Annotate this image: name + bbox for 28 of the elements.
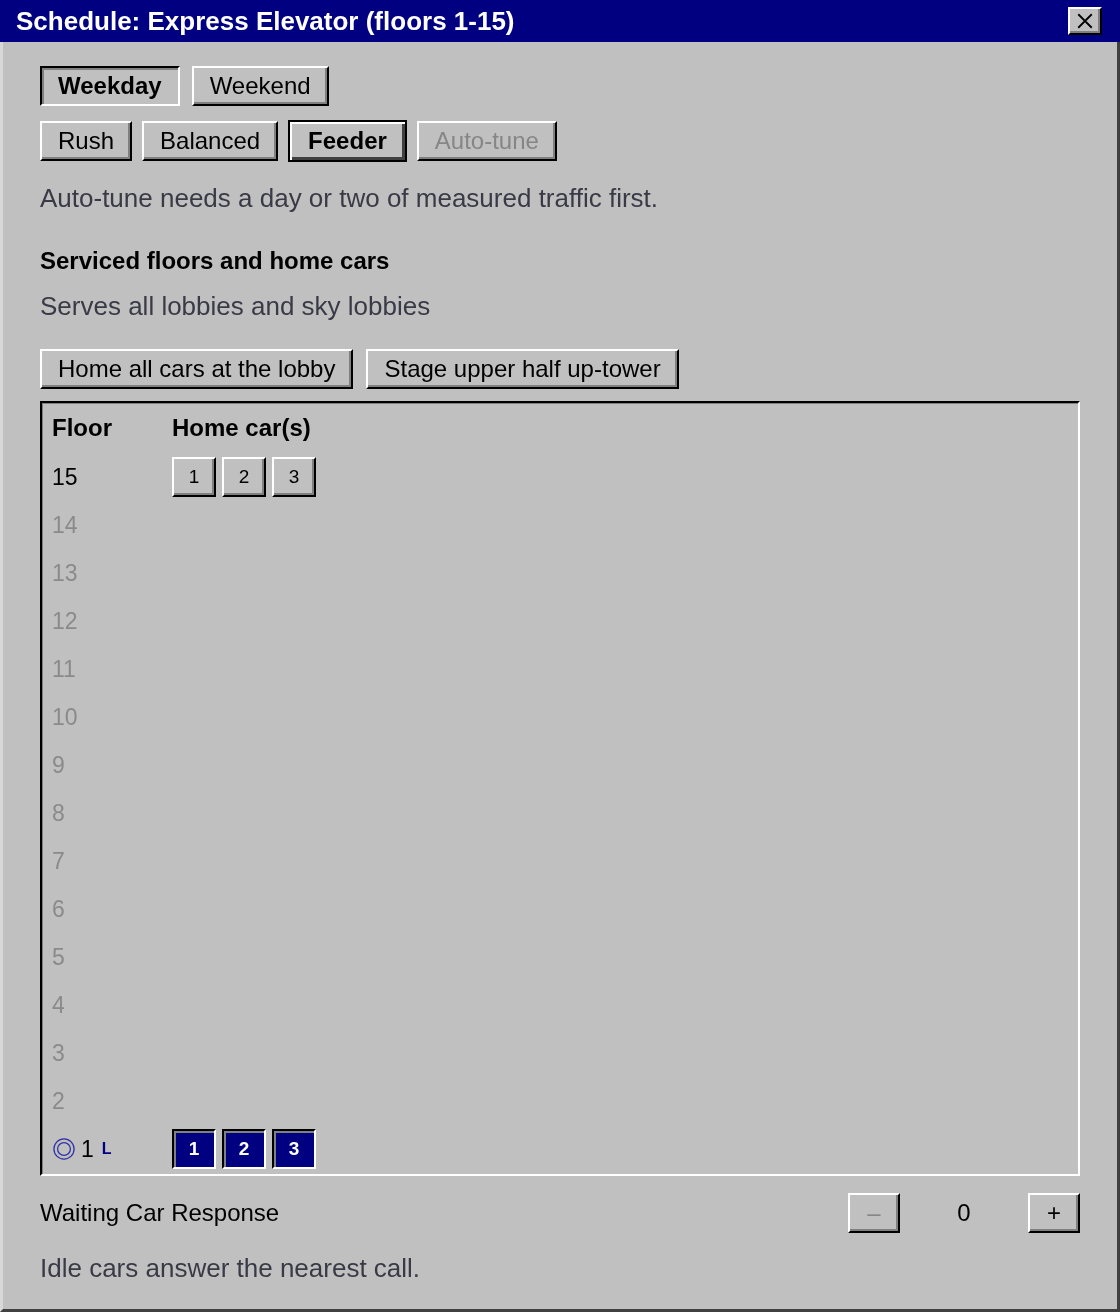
close-button[interactable] <box>1068 7 1102 35</box>
car-toggle[interactable]: 3 <box>272 457 316 497</box>
section-heading: Serviced floors and home cars <box>40 246 391 276</box>
setting-label: Waiting Car Response <box>40 1198 280 1228</box>
day-tab[interactable]: Weekday <box>40 66 180 106</box>
car-toggle[interactable]: 2 <box>222 457 266 497</box>
floor-label: 15 <box>52 463 78 492</box>
floor-label: 1 <box>81 1135 94 1164</box>
mode-button[interactable]: Feeder <box>288 120 407 162</box>
close-icon <box>1076 12 1094 30</box>
mode-hint: Auto-tune needs a day or two of measured traffic first. <box>40 182 660 214</box>
day-tab[interactable]: Weekend <box>191 66 329 106</box>
lobby-label: L <box>101 1139 112 1159</box>
column-header: Floor <box>52 413 113 443</box>
setting-hint: Idle cars answer the nearest call. <box>40 1252 422 1284</box>
car-toggle[interactable]: 2 <box>222 1129 266 1169</box>
increment-button[interactable]: + <box>1028 1193 1080 1233</box>
mode-button[interactable]: Balanced <box>142 121 279 161</box>
car-toggle[interactable]: 3 <box>272 1129 316 1169</box>
service-summary: Serves all lobbies and sky lobbies <box>40 290 432 322</box>
action-button[interactable]: Home all cars at the lobby <box>40 349 354 389</box>
mode-button[interactable]: Rush <box>40 121 133 161</box>
car-toggle[interactable]: 1 <box>172 1129 216 1169</box>
car-toggle[interactable]: 1 <box>172 457 216 497</box>
window-title: Schedule: Express Elevator (floors 1-15) <box>16 5 516 37</box>
action-button[interactable]: Stage upper half up-tower <box>366 349 679 389</box>
setting-value: 0 <box>956 1198 972 1228</box>
column-header: Home car(s) <box>172 413 311 443</box>
